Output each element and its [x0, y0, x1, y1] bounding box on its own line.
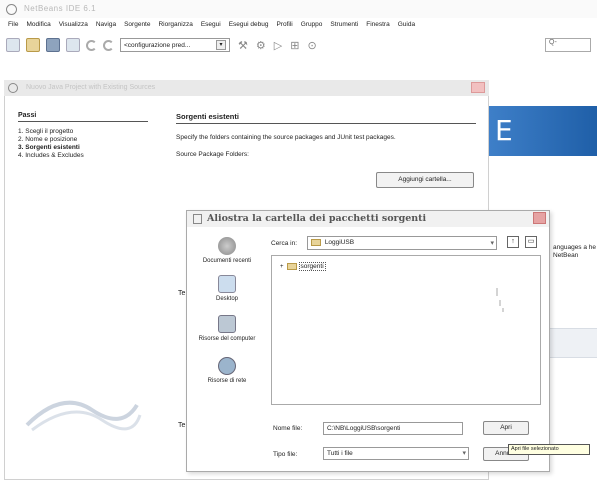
place-label: Desktop	[215, 296, 238, 302]
step-item-active: 3. Sorgenti esistenti	[18, 144, 80, 151]
step-item: 4. Includes & Excludes	[18, 152, 84, 159]
steps-list: 1. Scegli il progetto 2. Nome e posizion…	[18, 128, 158, 160]
menu-bar: File Modifica Visualizza Naviga Sorgente…	[0, 19, 597, 33]
menu-esegui-debug[interactable]: Esegui debug	[225, 19, 273, 33]
close-icon[interactable]	[471, 82, 485, 93]
save-all-icon[interactable]	[46, 38, 60, 52]
place-label: Risorse di rete	[207, 378, 247, 384]
computer-icon	[218, 315, 236, 333]
menu-riorganizza[interactable]: Riorganizza	[154, 19, 196, 33]
app-title: NetBeans IDE 6.1	[24, 4, 97, 13]
open-project-icon[interactable]	[26, 38, 40, 52]
panel-description: Specify the folders containing the sourc…	[176, 134, 396, 141]
search-input[interactable]: Q-	[545, 38, 591, 52]
look-in-label: Cerca in:	[271, 240, 298, 247]
look-in-value: LoggiUSB	[324, 239, 355, 247]
expand-marker: +	[280, 263, 284, 270]
source-folders-label: Source Package Folders:	[176, 151, 249, 158]
dialog-icon	[193, 214, 202, 224]
folder-name: sorgenti	[298, 262, 326, 271]
places-bar: Documenti recenti Desktop Risorse del co…	[189, 233, 265, 391]
filename-input[interactable]: C:\NB\LoggiUSB\sorgenti	[323, 422, 463, 435]
wizard-decoration-image	[25, 400, 142, 432]
panel-heading: Sorgenti esistenti	[176, 112, 476, 124]
folder-icon	[286, 263, 297, 270]
wizard-main-panel: Sorgenti esistenti Specify the folders c…	[176, 112, 486, 188]
app-title-bar: NetBeans IDE 6.1	[0, 0, 597, 18]
clean-build-icon[interactable]: ⚙	[256, 39, 266, 52]
menu-strumenti[interactable]: Strumenti	[326, 19, 362, 33]
menu-guida[interactable]: Guida	[394, 19, 419, 33]
menu-visualizza[interactable]: Visualizza	[55, 19, 92, 33]
place-desktop[interactable]: Desktop	[189, 275, 265, 303]
redo-icon[interactable]	[103, 39, 114, 51]
step-item: 1. Scegli il progetto	[18, 128, 74, 135]
file-list[interactable]: + sorgenti	[271, 255, 541, 405]
menu-esegui[interactable]: Esegui	[197, 19, 225, 33]
new-folder-icon[interactable]: ▭	[525, 236, 537, 248]
test-folders-label: Te	[178, 290, 186, 297]
run-icon[interactable]: ▷	[274, 39, 282, 52]
network-icon	[218, 357, 236, 375]
profile-icon[interactable]: ⊙	[307, 39, 316, 52]
place-label: Risorse del computer	[198, 336, 256, 342]
desktop-icon	[218, 275, 236, 293]
menu-profili[interactable]: Profili	[272, 19, 296, 33]
step-item: 2. Nome e posizione	[18, 136, 78, 143]
steps-heading: Passi	[18, 112, 148, 122]
chevron-down-icon: ▾	[462, 450, 466, 457]
debug-icon[interactable]: ⊞	[290, 39, 299, 52]
netbeans-logo-icon	[8, 83, 18, 93]
menu-file[interactable]: File	[4, 19, 22, 33]
open-tooltip: Apri file selezionato	[508, 444, 590, 455]
menu-sorgente[interactable]: Sorgente	[120, 19, 154, 33]
cursor-icon	[496, 288, 504, 312]
up-folder-icon[interactable]: ↑	[507, 236, 519, 248]
configuration-value: <configurazione pred...	[124, 41, 191, 49]
undo-icon[interactable]	[86, 39, 97, 51]
chevron-down-icon: ▾	[490, 240, 494, 247]
list-item[interactable]: + sorgenti	[280, 262, 326, 271]
wizard-title-bar: Nuovo Java Project with Existing Sources	[4, 80, 489, 96]
background-text: anguages a he NetBean	[553, 244, 597, 259]
banner-letter: E	[495, 114, 513, 147]
folder-icon	[311, 239, 321, 246]
wizard-partial-label: Te	[178, 422, 186, 429]
filetype-value: Tutti i file	[327, 450, 353, 457]
wizard-title: Nuovo Java Project with Existing Sources	[26, 84, 156, 91]
filetype-label: Tipo file:	[273, 451, 298, 458]
place-network[interactable]: Risorse di rete	[189, 357, 265, 385]
wizard-steps-panel: Passi 1. Scegli il progetto 2. Nome e po…	[18, 112, 158, 160]
menu-finestra[interactable]: Finestra	[362, 19, 393, 33]
netbeans-logo-icon	[6, 4, 17, 15]
folder-chooser-dialog: Aliostra la cartella dei pacchetti sorge…	[186, 210, 550, 472]
place-label: Documenti recenti	[202, 258, 252, 264]
look-in-select[interactable]: LoggiUSB ▾	[307, 236, 497, 250]
welcome-banner: E	[489, 106, 597, 156]
menu-gruppo[interactable]: Gruppo	[297, 19, 327, 33]
build-icon[interactable]: ⚒	[238, 39, 248, 52]
cut-icon[interactable]	[66, 38, 80, 52]
place-computer[interactable]: Risorse del computer	[189, 315, 265, 343]
configuration-select[interactable]: <configurazione pred... ▾	[120, 38, 230, 52]
chooser-title: Aliostra la cartella dei pacchetti sorge…	[207, 213, 427, 224]
chevron-down-icon: ▾	[216, 40, 226, 50]
menu-modifica[interactable]: Modifica	[22, 19, 54, 33]
open-button[interactable]: Apri	[483, 421, 529, 435]
menu-naviga[interactable]: Naviga	[92, 19, 120, 33]
close-icon[interactable]	[533, 212, 546, 224]
toolbar: <configurazione pred... ▾ ⚒ ⚙ ▷ ⊞ ⊙ Q-	[0, 34, 597, 56]
filetype-select[interactable]: Tutti i file ▾	[323, 447, 469, 460]
new-file-icon[interactable]	[6, 38, 20, 52]
add-folder-button[interactable]: Aggiungi cartella...	[376, 172, 474, 188]
chooser-title-bar: Aliostra la cartella dei pacchetti sorge…	[187, 211, 549, 227]
filename-label: Nome file:	[273, 425, 303, 432]
place-recent-documents[interactable]: Documenti recenti	[189, 237, 265, 265]
recent-documents-icon	[218, 237, 236, 255]
